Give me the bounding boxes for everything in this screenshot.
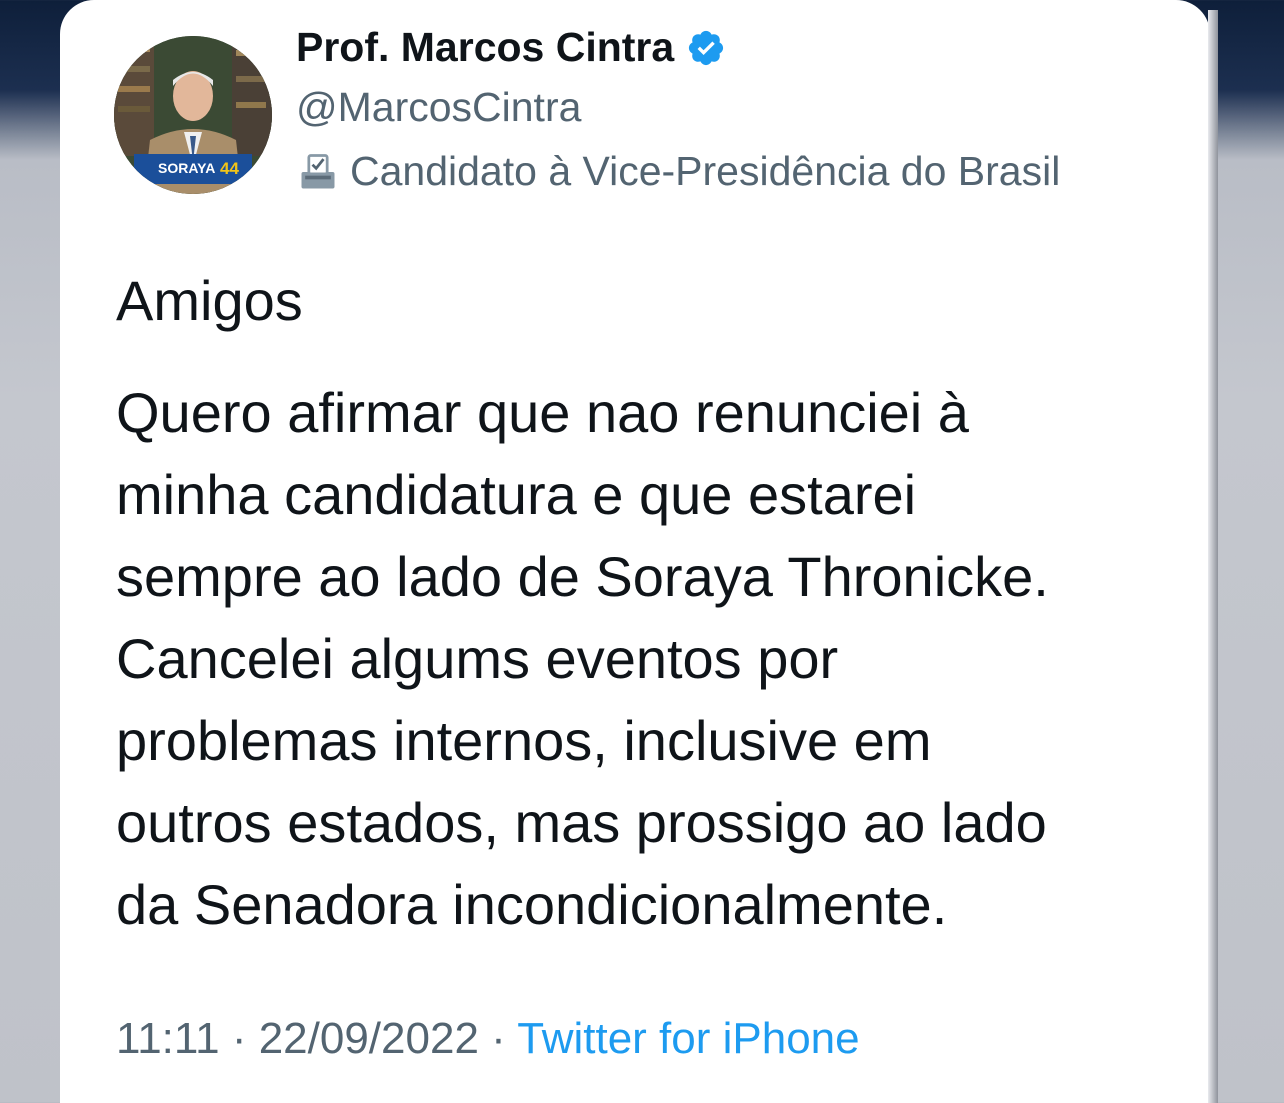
tweet-source-link[interactable]: Twitter for iPhone [517,1014,859,1063]
meta-separator: · [491,1014,506,1063]
tweet-time[interactable]: 11:11 [116,1014,220,1063]
avatar-photo: SORAYA 44 [114,36,272,194]
tweet-body-text: Quero afirmar que nao renunciei à minha … [116,381,1049,936]
meta-separator: · [231,1014,247,1063]
author-bio: Candidato à Vice-Presidência do Brasil [350,148,1061,194]
tweet-greeting: Amigos [116,269,303,332]
svg-text:SORAYA: SORAYA [158,160,215,176]
scrollbar-edge [1208,10,1218,1103]
svg-text:44: 44 [220,159,239,178]
author-display-name-row[interactable]: Prof. Marcos Cintra [296,24,726,71]
author-display-name[interactable]: Prof. Marcos Cintra [296,24,674,71]
ballot-box-icon [301,153,335,188]
author-handle[interactable]: @MarcosCintra [296,84,581,131]
avatar[interactable]: SORAYA 44 [114,36,272,194]
tweet-text: Amigos Quero afirmar que nao renunciei à… [116,260,1196,946]
tweet-meta: 11:11 · 22/09/2022 · Twitter for iPhone [116,1014,860,1064]
verified-badge-icon [689,30,724,65]
author-bio-row: Candidato à Vice-Presidência do Brasil [296,148,1060,195]
tweet-date[interactable]: 22/09/2022 [259,1014,479,1063]
